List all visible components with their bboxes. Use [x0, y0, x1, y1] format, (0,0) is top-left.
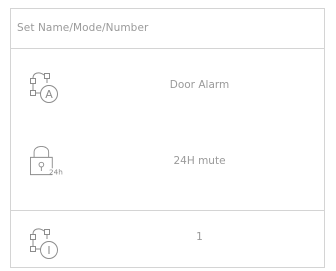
header-label: Set Name/Mode/Number [17, 22, 149, 34]
mute-label: 24H mute [173, 155, 226, 167]
mode-badge: A [45, 88, 53, 101]
settings-panel: Set Name/Mode/Number A Door Alarm 24h 24… [10, 8, 325, 268]
number-icon: I [30, 228, 58, 259]
number-badge: I [47, 244, 50, 257]
number-label: 1 [196, 231, 203, 243]
mode-label: Door Alarm [169, 79, 230, 91]
mute-badge: 24h [49, 168, 63, 177]
mode-row[interactable]: A Door Alarm [11, 49, 324, 133]
mute-row[interactable]: 24h 24H mute [11, 133, 324, 211]
lock-24h-icon: 24h [30, 146, 63, 177]
panel-header: Set Name/Mode/Number [11, 9, 324, 49]
number-row[interactable]: I 1 [11, 211, 324, 269]
mode-a-icon: A [30, 72, 58, 103]
